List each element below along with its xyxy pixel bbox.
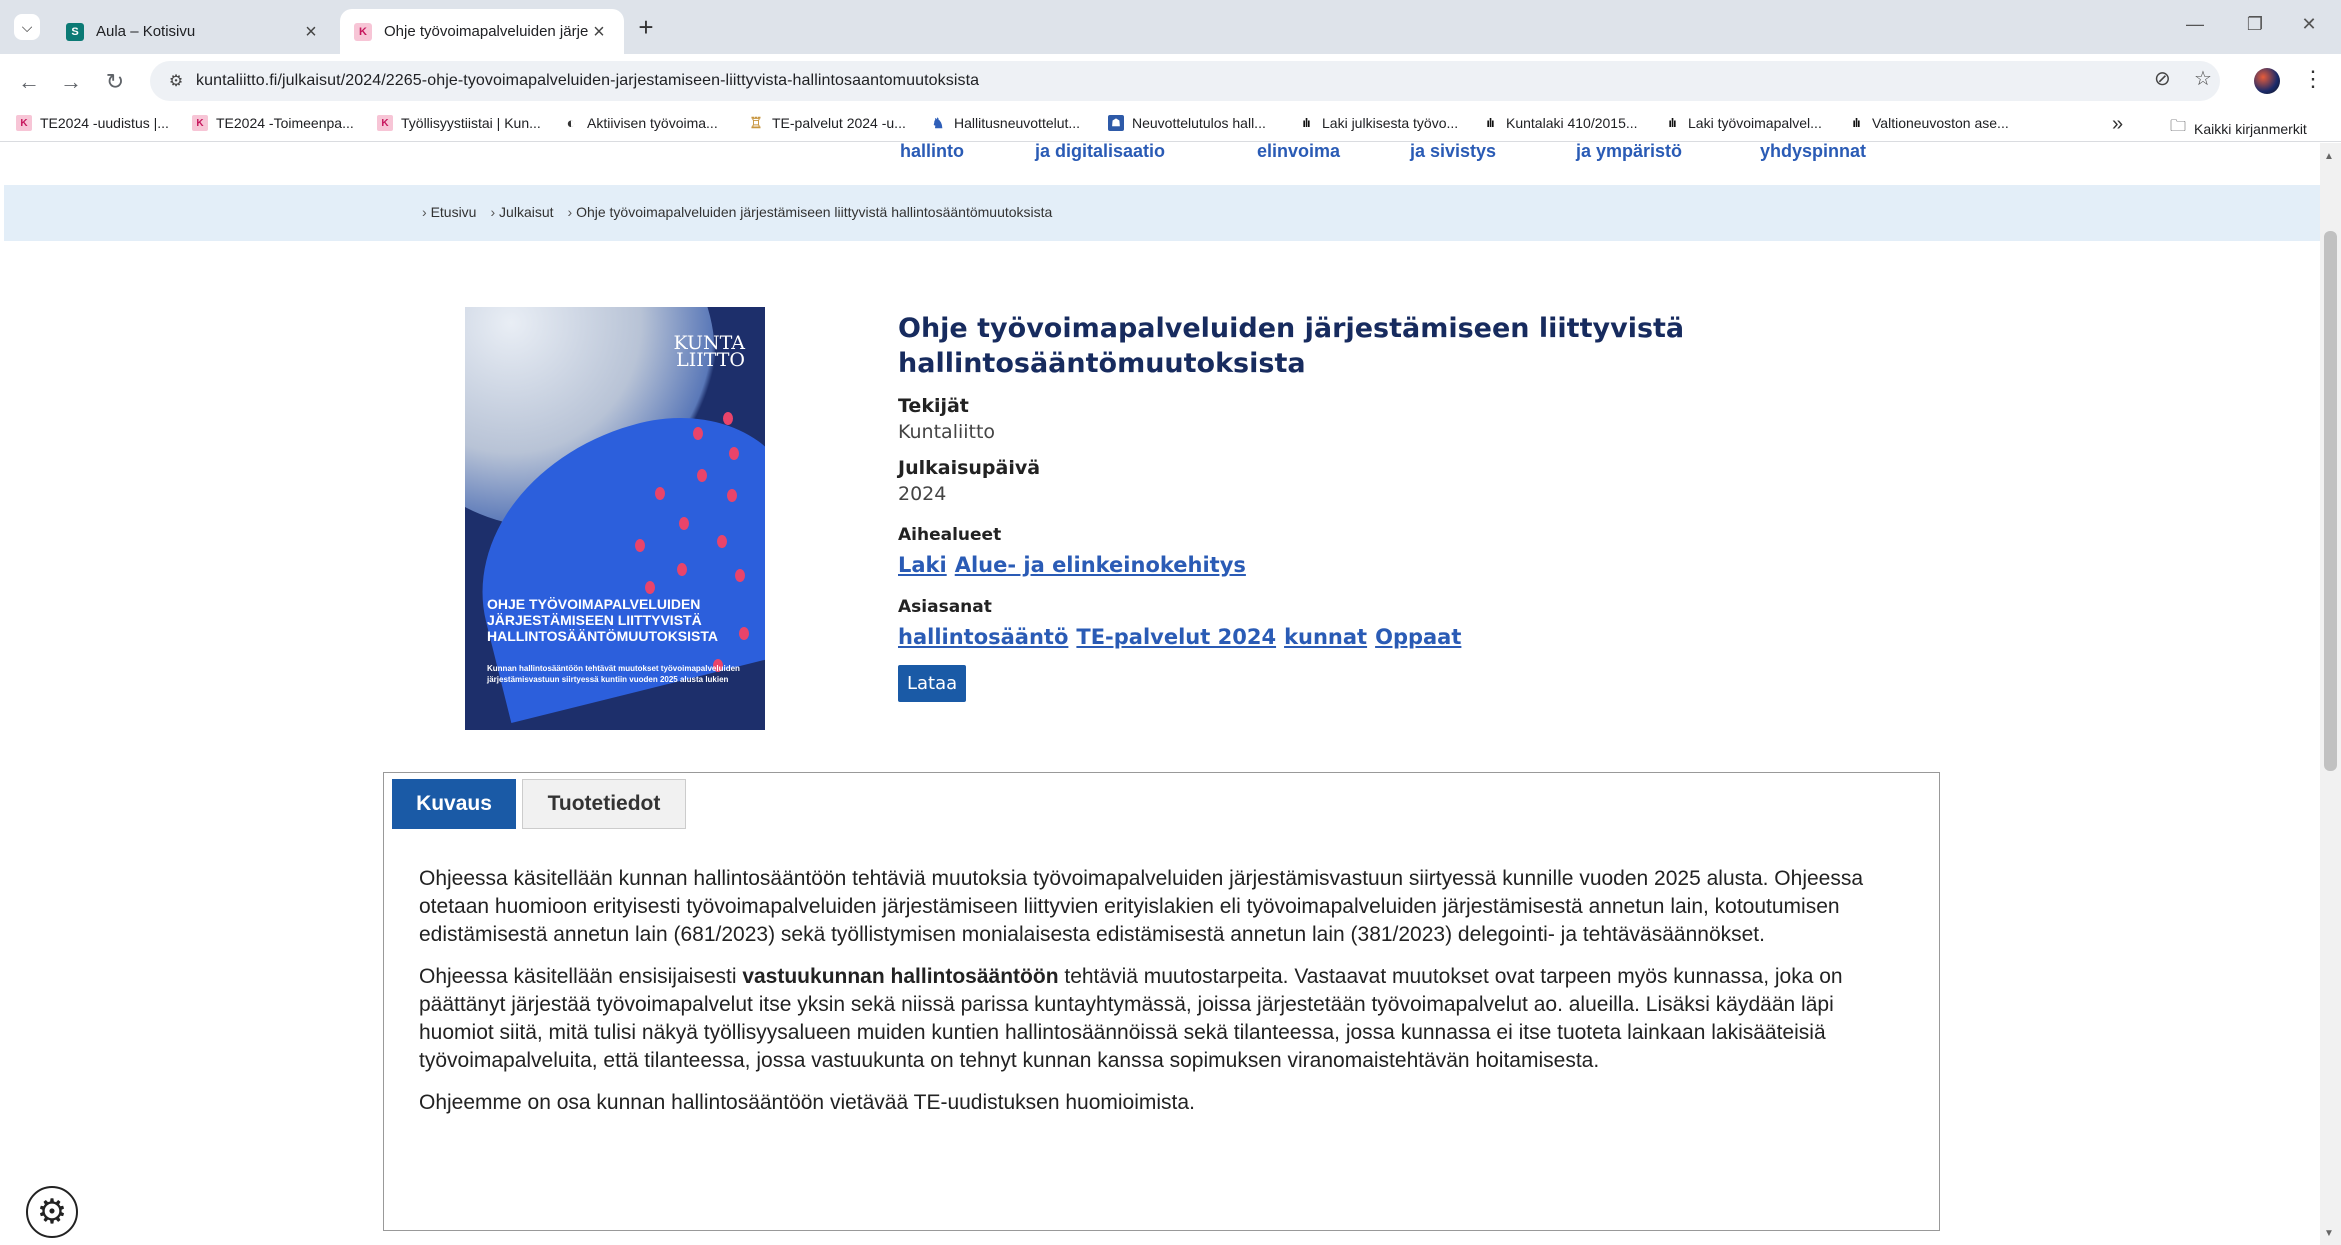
bookmark-item[interactable]: ♖ TE-palvelut 2024 -u... [748, 115, 906, 132]
finlex-icon: ılı [1668, 116, 1676, 130]
te-palvelut-icon: ♖ [749, 115, 763, 132]
page-title: Ohje työvoimapalveluiden järjestämiseen … [898, 313, 1685, 379]
nav-item[interactable]: hallinto [900, 143, 964, 162]
folder-icon: 🗀 [2170, 118, 2187, 135]
tab-product-info[interactable]: Tuotetiedot [522, 779, 686, 829]
browser-toolbar: ← → ↻ ⚙ kuntaliitto.fi/julkaisut/2024/22… [0, 54, 2341, 108]
browser-tab-ohje[interactable]: K Ohje työvoimapalveluiden järjes × [340, 9, 624, 54]
keyword-link[interactable]: Oppaat [1375, 625, 1461, 649]
scroll-down-icon[interactable]: ▼ [2324, 1228, 2334, 1239]
finlex-icon: ılı [1852, 116, 1860, 130]
authors-label: Tekijät [898, 395, 969, 417]
finlex-icon: ılı [1302, 116, 1310, 130]
scrollbar-thumb[interactable] [2324, 231, 2337, 771]
bookmark-item[interactable]: K TE2024 -Toimeenpa... [192, 115, 354, 131]
nav-item[interactable]: elinvoima [1257, 143, 1340, 162]
authors-value: Kuntaliitto [898, 421, 996, 443]
breadcrumb-home[interactable]: Etusivu [431, 204, 477, 220]
keywords-label: Asiasanat [898, 597, 992, 617]
description-panel: Kuvaus Tuotetiedot Ohjeessa käsitellään … [383, 772, 1940, 1231]
kuntaliitto-icon: K [354, 22, 372, 41]
finlex-icon: ılı [1486, 116, 1494, 130]
kuntaliitto-icon: K [16, 115, 32, 131]
restore-icon[interactable]: ❐ [2240, 14, 2270, 35]
tab-title: Ohje työvoimapalveluiden järjes [384, 23, 588, 40]
topic-link[interactable]: Alue- ja elinkeinokehitys [955, 553, 1246, 577]
description-paragraph: Ohjeessa käsitellään kunnan hallintosään… [419, 867, 1864, 946]
cover-subtitle: Kunnan hallintosääntöön tehtävät muutoks… [487, 664, 740, 684]
browser-menu-icon[interactable]: ⋮ [2302, 66, 2324, 92]
keyword-link[interactable]: hallintosääntö [898, 625, 1068, 649]
cover-title: OHJE TYÖVOIMAPALVELUIDEN JÄRJESTÄMISEEN … [487, 596, 718, 644]
topics-label: Aihealueet [898, 525, 1002, 545]
bookmark-item[interactable]: ♞ Hallitusneuvottelut... [930, 114, 1080, 132]
main-nav: hallinto ja digitalisaatio elinvoima ja … [0, 143, 2320, 185]
sharepoint-icon: S [66, 22, 84, 41]
bookmark-item[interactable]: K TE2024 -uudistus |... [16, 115, 169, 131]
url-text[interactable]: kuntaliitto.fi/julkaisut/2024/2265-ohje-… [196, 72, 979, 90]
site-info-icon[interactable]: ⚙ [156, 71, 196, 91]
nav-item[interactable]: yhdyspinnat [1760, 143, 1866, 162]
more-bookmarks-icon[interactable]: » [2112, 113, 2123, 136]
download-button[interactable]: Lataa [898, 665, 967, 702]
kuntaliitto-icon: K [192, 115, 208, 131]
back-icon[interactable]: ← [14, 67, 44, 97]
browser-tabstrip: ⌵ S Aula – Kotisivu × K Ohje työvoimapal… [0, 0, 2341, 54]
close-tab-icon[interactable]: × [588, 21, 610, 43]
description-text: Ohjeessa käsitellään kunnan hallintosään… [419, 865, 1909, 1131]
bookmark-item[interactable]: ılı Laki julkisesta työvo... [1298, 115, 1458, 131]
address-bar[interactable]: ⚙ kuntaliitto.fi/julkaisut/2024/2265-ohj… [150, 61, 2220, 101]
forward-icon[interactable]: → [56, 67, 86, 97]
keyword-link[interactable]: kunnat [1284, 625, 1367, 649]
keyword-link[interactable]: TE-palvelut 2024 [1076, 625, 1276, 649]
new-tab-icon[interactable]: + [632, 14, 660, 42]
bookmark-item[interactable]: ☗ Neuvottelutulos hall... [1108, 115, 1266, 131]
nav-item[interactable]: ja ympäristö [1576, 143, 1682, 162]
bookmark-item[interactable]: ılı Valtioneuvoston ase... [1848, 115, 2008, 131]
eye-off-icon[interactable]: ⊘ [2154, 66, 2171, 91]
reload-icon[interactable]: ↻ [100, 67, 130, 97]
topics-list: Laki Alue- ja elinkeinokehitys [898, 553, 1798, 577]
minimize-icon[interactable]: — [2180, 14, 2210, 35]
bookmarks-bar: K TE2024 -uudistus |... K TE2024 -Toimeenp… [0, 108, 2341, 142]
publication-cover-image: KUNTA LIITTO OHJE TYÖVOIMAPALVELUIDEN JÄR… [465, 307, 765, 730]
publication-meta: Ohje työvoimapalveluiden järjestämiseen … [898, 311, 1798, 702]
keywords-list: hallintosääntö TE-palvelut 2024 kunnat O… [898, 625, 1798, 649]
breadcrumb-julkaisut[interactable]: Julkaisut [499, 204, 553, 220]
tab-description[interactable]: Kuvaus [392, 779, 516, 829]
all-bookmarks[interactable]: 🗀 Kaikki kirjanmerkit [2170, 115, 2307, 142]
breadcrumb: › Etusivu › Julkaisut › Ohje työvoimapal… [4, 185, 2320, 241]
bookmark-star-icon[interactable]: ☆ [2194, 66, 2212, 91]
page-scrollbar[interactable]: ▲ ▼ [2320, 143, 2341, 1245]
bookmark-item[interactable]: ılı Kuntalaki 410/2015... [1482, 115, 1637, 131]
topic-link[interactable]: Laki [898, 553, 947, 577]
bookmark-item[interactable]: K Työllisyystiistai | Kun... [377, 115, 541, 131]
close-tab-icon[interactable]: × [300, 21, 322, 43]
scroll-up-icon[interactable]: ▲ [2324, 151, 2334, 162]
date-value: 2024 [898, 483, 947, 505]
description-paragraph: Ohjeemme on osa kunnan hallintosääntöön … [419, 1091, 1195, 1114]
people-icon: ☗ [1108, 115, 1124, 131]
valtioneuvosto-icon: ♞ [931, 114, 945, 131]
bookmark-item[interactable]: ılı Laki työvoimapalvel... [1664, 115, 1821, 131]
bookmark-item[interactable]: ◐ Aktiivisen työvoima... [563, 114, 717, 132]
browser-tab-aula[interactable]: S Aula – Kotisivu × [52, 9, 336, 54]
nav-item[interactable]: ja sivistys [1410, 143, 1496, 162]
tab-search-dropdown[interactable]: ⌵ [14, 14, 40, 40]
tab-title: Aula – Kotisivu [96, 23, 196, 40]
page-viewport: hallinto ja digitalisaatio elinvoima ja … [0, 143, 2341, 1245]
cookie-settings-gear-icon[interactable]: ⚙ [26, 1186, 78, 1238]
close-window-icon[interactable]: ✕ [2294, 14, 2324, 35]
globe-icon: ◐ [566, 114, 576, 132]
kuntaliitto-logo: KUNTA LIITTO [673, 332, 745, 371]
date-label: Julkaisupäivä [898, 457, 1041, 479]
breadcrumb-current: Ohje työvoimapalveluiden järjestämiseen … [576, 204, 1053, 220]
description-paragraph: Ohjeessa käsitellään ensisijaisesti vast… [419, 965, 1843, 1072]
nav-item[interactable]: ja digitalisaatio [1035, 143, 1165, 162]
profile-avatar[interactable] [2254, 68, 2280, 94]
kuntaliitto-icon: K [377, 115, 393, 131]
